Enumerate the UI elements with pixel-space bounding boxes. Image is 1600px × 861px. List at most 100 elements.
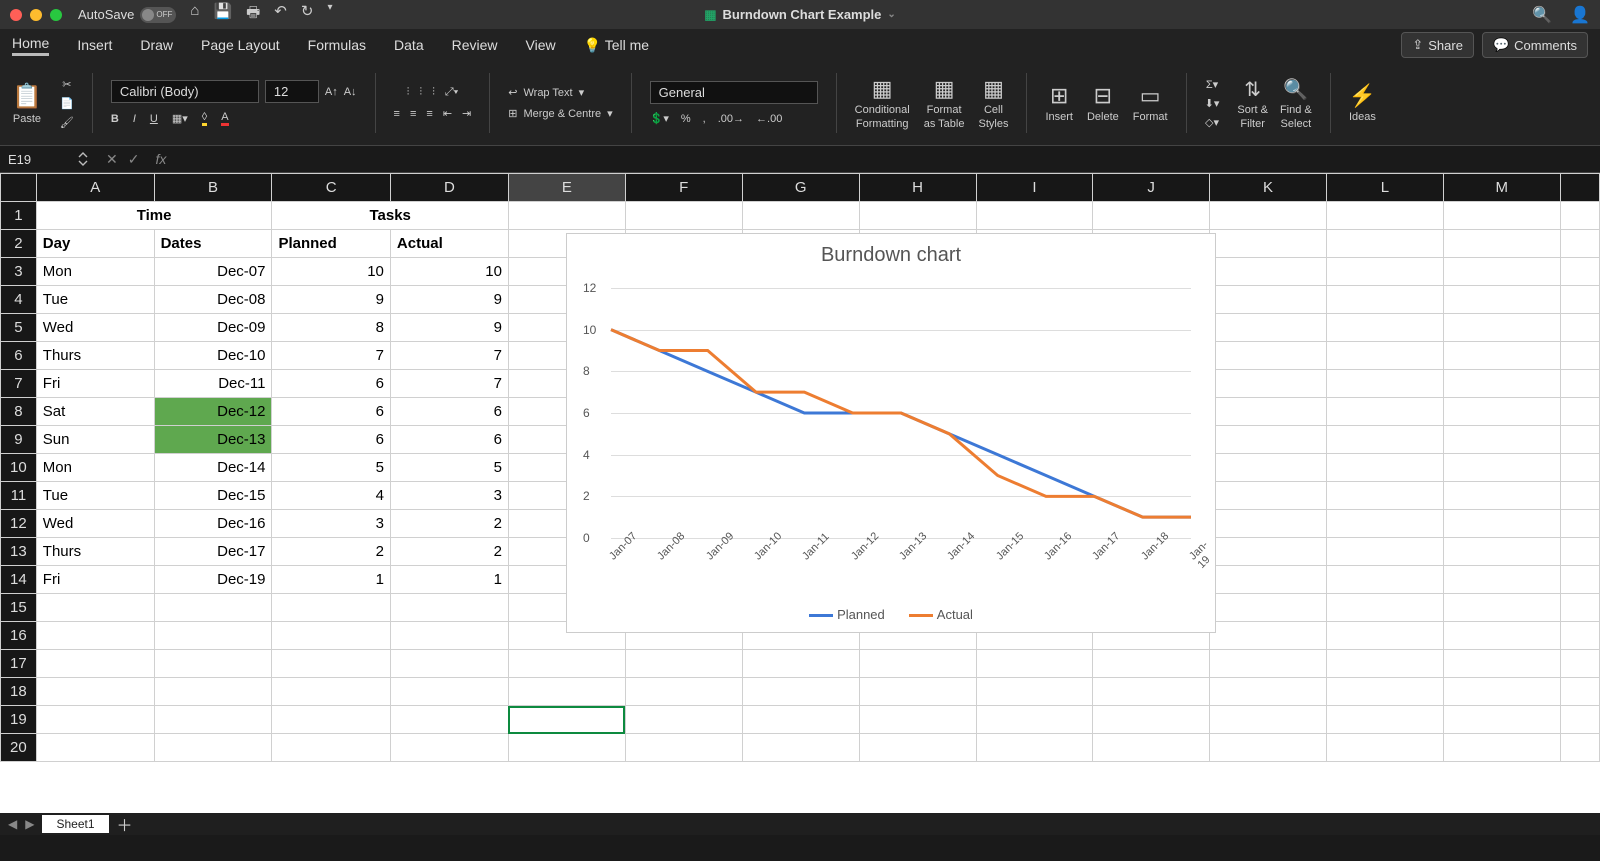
cell[interactable] — [390, 706, 508, 734]
cell[interactable]: Dec-07 — [154, 258, 272, 286]
align-left-icon[interactable]: ≡ — [394, 108, 400, 120]
cell[interactable] — [1210, 230, 1327, 258]
cell[interactable]: Dec-09 — [154, 314, 272, 342]
clear-icon[interactable]: ◇▾ — [1205, 116, 1219, 129]
cell[interactable] — [1560, 622, 1599, 650]
tab-formulas[interactable]: Formulas — [308, 37, 366, 53]
cell[interactable] — [272, 650, 390, 678]
wrap-text-button[interactable]: ↩ Wrap Text ▾ — [508, 86, 584, 99]
cell[interactable] — [859, 202, 976, 230]
cell[interactable] — [1443, 678, 1560, 706]
cell[interactable]: Fri — [36, 370, 154, 398]
cell[interactable] — [859, 650, 976, 678]
cell[interactable]: Wed — [36, 510, 154, 538]
col-header-A[interactable]: A — [36, 174, 154, 202]
paste-button[interactable]: 📋 Paste — [12, 82, 42, 125]
cell[interactable] — [154, 706, 272, 734]
row-header-4[interactable]: 4 — [1, 286, 37, 314]
cell[interactable] — [1560, 706, 1599, 734]
cell[interactable] — [272, 706, 390, 734]
cell[interactable] — [859, 734, 976, 762]
col-header-L[interactable]: L — [1326, 174, 1443, 202]
cell[interactable]: Day — [36, 230, 154, 258]
cell[interactable] — [625, 202, 742, 230]
cell[interactable]: 10 — [390, 258, 508, 286]
cell[interactable] — [976, 202, 1093, 230]
cell[interactable] — [1210, 538, 1327, 566]
col-header-F[interactable]: F — [625, 174, 742, 202]
worksheet[interactable]: ABCDEFGHIJKLM1 Time Tasks 2 Day Dates Pl… — [0, 173, 1600, 813]
cell[interactable] — [154, 678, 272, 706]
cell[interactable] — [1326, 202, 1443, 230]
currency-icon[interactable]: 💲▾ — [650, 112, 669, 125]
cell[interactable] — [272, 622, 390, 650]
align-bottom-icon[interactable]: ⫶ — [432, 86, 435, 99]
cell[interactable] — [742, 202, 859, 230]
cell[interactable] — [1443, 230, 1560, 258]
cell[interactable]: Dec-12 — [154, 398, 272, 426]
cell[interactable] — [1560, 482, 1599, 510]
col-header-B[interactable]: B — [154, 174, 272, 202]
cell[interactable]: 2 — [390, 538, 508, 566]
row-header-10[interactable]: 10 — [1, 454, 37, 482]
sheet-tab[interactable]: Sheet1 — [42, 815, 108, 833]
cell[interactable] — [1093, 734, 1210, 762]
cell[interactable] — [1443, 734, 1560, 762]
cell[interactable]: Planned — [272, 230, 390, 258]
row-header-1[interactable]: 1 — [1, 202, 37, 230]
row-header-20[interactable]: 20 — [1, 734, 37, 762]
cell[interactable] — [625, 650, 742, 678]
cell[interactable] — [1326, 286, 1443, 314]
cell[interactable] — [1560, 426, 1599, 454]
cell[interactable]: 3 — [390, 482, 508, 510]
cell[interactable] — [1326, 482, 1443, 510]
cell[interactable]: Tasks — [272, 202, 508, 230]
fill-icon[interactable]: ⬇▾ — [1205, 97, 1220, 110]
cell[interactable] — [1560, 342, 1599, 370]
format-cells-button[interactable]: ▭Format — [1133, 83, 1168, 123]
cell[interactable] — [1443, 258, 1560, 286]
cell[interactable] — [390, 622, 508, 650]
cell[interactable] — [1326, 426, 1443, 454]
name-box-spinner[interactable] — [78, 152, 88, 166]
cell[interactable] — [1093, 706, 1210, 734]
font-color-button[interactable]: A — [221, 111, 228, 126]
cell[interactable]: 6 — [272, 398, 390, 426]
share-button[interactable]: ⇪ Share — [1401, 32, 1474, 58]
cell[interactable] — [1326, 454, 1443, 482]
cell[interactable]: Time — [36, 202, 272, 230]
cell[interactable] — [1443, 202, 1560, 230]
cell[interactable] — [1210, 454, 1327, 482]
cell[interactable]: Tue — [36, 482, 154, 510]
cell[interactable] — [976, 706, 1093, 734]
cell[interactable] — [390, 678, 508, 706]
cell[interactable] — [1093, 650, 1210, 678]
cell[interactable] — [1560, 678, 1599, 706]
cell[interactable] — [1210, 286, 1327, 314]
cell[interactable]: Dec-10 — [154, 342, 272, 370]
autosave-toggle[interactable]: AutoSave OFF — [78, 7, 176, 23]
row-header-18[interactable]: 18 — [1, 678, 37, 706]
col-header-corner[interactable] — [1, 174, 37, 202]
fill-color-button[interactable]: ◊ — [202, 111, 207, 126]
tab-insert[interactable]: Insert — [77, 37, 112, 53]
col-header-C[interactable]: C — [272, 174, 390, 202]
cell[interactable]: 1 — [390, 566, 508, 594]
cell[interactable] — [1443, 314, 1560, 342]
cell[interactable]: Tue — [36, 286, 154, 314]
next-sheet-icon[interactable]: ▶ — [25, 817, 34, 831]
cell[interactable] — [390, 594, 508, 622]
cell[interactable] — [1560, 650, 1599, 678]
row-header-11[interactable]: 11 — [1, 482, 37, 510]
tab-view[interactable]: View — [526, 37, 556, 53]
cell[interactable]: 2 — [390, 510, 508, 538]
underline-button[interactable]: U — [150, 113, 158, 125]
cell[interactable] — [1210, 566, 1327, 594]
cell[interactable] — [1560, 734, 1599, 762]
col-header-K[interactable]: K — [1210, 174, 1327, 202]
cell[interactable]: 6 — [272, 370, 390, 398]
cell[interactable]: 6 — [272, 426, 390, 454]
row-header-13[interactable]: 13 — [1, 538, 37, 566]
row-header-12[interactable]: 12 — [1, 510, 37, 538]
cell[interactable] — [390, 650, 508, 678]
